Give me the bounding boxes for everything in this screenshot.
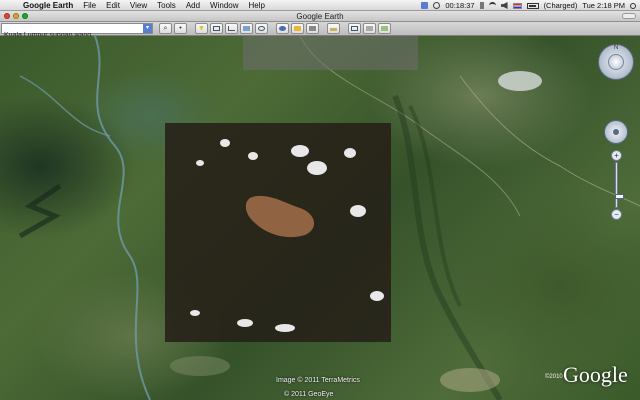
search-button[interactable]: ⌕ bbox=[159, 23, 172, 34]
tour-icon bbox=[258, 26, 265, 31]
sky-icon bbox=[279, 26, 286, 31]
spotlight-icon[interactable] bbox=[630, 2, 636, 9]
dropbox-icon[interactable] bbox=[421, 2, 429, 9]
battery-status[interactable]: (Charged) bbox=[544, 0, 578, 11]
sun-icon bbox=[294, 26, 301, 31]
search-box[interactable]: ▾ bbox=[1, 23, 153, 40]
navigation-compass[interactable]: N bbox=[598, 44, 634, 80]
search-icon: ⌕ bbox=[163, 25, 168, 32]
menu-edit[interactable]: Edit bbox=[101, 0, 125, 11]
zoom-out-button[interactable]: − bbox=[611, 209, 622, 220]
maximize-button[interactable] bbox=[22, 13, 28, 19]
north-label: N bbox=[614, 45, 619, 51]
input-flag-icon[interactable] bbox=[512, 2, 522, 9]
menu-file[interactable]: File bbox=[78, 0, 101, 11]
sky-button[interactable] bbox=[276, 23, 289, 34]
search-options-button[interactable]: • bbox=[174, 23, 187, 34]
historical-imagery-button[interactable] bbox=[306, 23, 319, 34]
volume-icon[interactable] bbox=[500, 2, 508, 9]
menubar-tray: 00:18:37 (Charged) Tue 2:18 PM bbox=[421, 0, 636, 11]
maps-icon bbox=[381, 26, 388, 31]
logo-year: ©2010 bbox=[545, 374, 563, 380]
image-overlay-main bbox=[165, 123, 391, 342]
look-joystick-icon[interactable] bbox=[608, 54, 624, 70]
menu-tools[interactable]: Tools bbox=[152, 0, 181, 11]
menubar-clock-timer[interactable]: 00:18:37 bbox=[445, 0, 474, 11]
ruler-icon bbox=[330, 28, 337, 31]
window-title-bar: Google Earth bbox=[0, 11, 640, 22]
menu-add[interactable]: Add bbox=[181, 0, 205, 11]
zoom-thumb[interactable] bbox=[615, 194, 624, 199]
zoom-in-button[interactable]: + bbox=[611, 150, 622, 161]
move-joystick[interactable] bbox=[604, 120, 628, 144]
placemark-icon bbox=[199, 26, 204, 31]
toolbar: ▾ ⌕ • bbox=[0, 22, 640, 40]
zoom-slider[interactable]: + − bbox=[611, 150, 624, 220]
menu-window[interactable]: Window bbox=[205, 0, 243, 11]
overlay-imagery bbox=[190, 139, 384, 332]
menu-view[interactable]: View bbox=[125, 0, 152, 11]
zoom-track[interactable] bbox=[615, 162, 624, 208]
path-button[interactable] bbox=[225, 23, 238, 34]
email-icon bbox=[351, 26, 358, 31]
toolbar-toggle-button[interactable] bbox=[622, 13, 636, 19]
image-overlay-top bbox=[243, 36, 418, 70]
timer-icon[interactable] bbox=[433, 2, 441, 9]
overlay-icon bbox=[243, 26, 250, 31]
menu-help[interactable]: Help bbox=[244, 0, 270, 11]
battery-icon[interactable] bbox=[526, 2, 539, 9]
record-tour-button[interactable] bbox=[255, 23, 268, 34]
view-in-maps-button[interactable] bbox=[378, 23, 391, 34]
menu-app-name[interactable]: Google Earth bbox=[18, 0, 78, 11]
ruler-button[interactable] bbox=[327, 23, 340, 34]
move-joystick-icon bbox=[613, 129, 619, 135]
search-dropdown-button[interactable]: ▾ bbox=[143, 24, 152, 33]
print-icon bbox=[366, 26, 373, 31]
path-icon bbox=[228, 26, 235, 31]
print-button[interactable] bbox=[363, 23, 376, 34]
email-button[interactable] bbox=[348, 23, 361, 34]
earth-3d-view[interactable]: N + − Image © 2011 TerraMetrics © 2011 G… bbox=[0, 36, 640, 400]
sunlight-button[interactable] bbox=[291, 23, 304, 34]
menubar-datetime[interactable]: Tue 2:18 PM bbox=[582, 0, 625, 11]
menu-bar: Google Earth File Edit View Tools Add Wi… bbox=[0, 0, 640, 11]
imagery-credit-geoeye: © 2011 GeoEye bbox=[284, 391, 334, 398]
historical-icon bbox=[309, 26, 316, 31]
imagery-credit-terrametrics: Image © 2011 TerraMetrics bbox=[276, 377, 360, 384]
bluetooth-icon[interactable] bbox=[479, 2, 484, 9]
close-button[interactable] bbox=[4, 13, 10, 19]
polygon-icon bbox=[213, 26, 220, 31]
image-overlay-button[interactable] bbox=[240, 23, 253, 34]
wifi-icon[interactable] bbox=[488, 2, 496, 9]
window-controls bbox=[4, 13, 28, 19]
google-logo: Google bbox=[563, 362, 628, 387]
window-title: Google Earth bbox=[296, 12, 344, 21]
polygon-button[interactable] bbox=[210, 23, 223, 34]
minimize-button[interactable] bbox=[13, 13, 19, 19]
placemark-button[interactable] bbox=[195, 23, 208, 34]
